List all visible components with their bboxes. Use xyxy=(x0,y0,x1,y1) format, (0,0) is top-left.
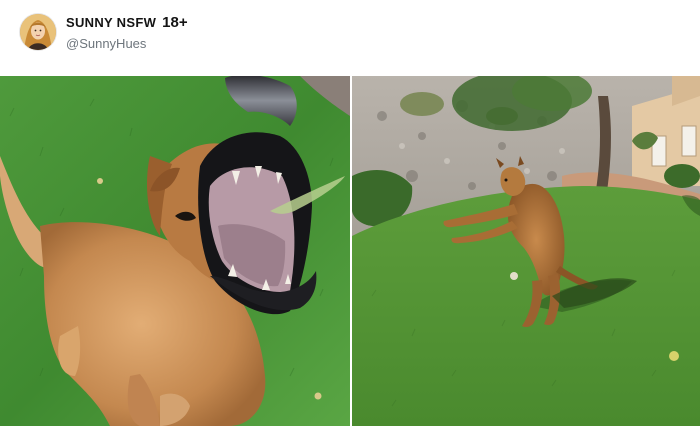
media-photo-1[interactable] xyxy=(0,76,350,426)
avatar-portrait-icon xyxy=(20,14,56,50)
author-avatar[interactable] xyxy=(20,14,56,50)
author-handle[interactable]: @SunnyHues xyxy=(66,36,146,51)
dog-leaping-image xyxy=(0,76,350,426)
author-display-name[interactable]: SUNNY NSFW xyxy=(66,15,156,30)
media-photo-2[interactable] xyxy=(352,76,700,426)
author-name-row: SUNNY NSFW 18+ xyxy=(66,14,188,31)
age-badge: 18+ xyxy=(162,14,188,31)
tweet-card: SUNNY NSFW 18+ @SunnyHues xyxy=(0,0,700,426)
tweet-media-grid xyxy=(0,76,700,426)
dog-jumping-yard-image xyxy=(352,76,700,426)
tweet-header: SUNNY NSFW 18+ @SunnyHues xyxy=(0,0,700,76)
